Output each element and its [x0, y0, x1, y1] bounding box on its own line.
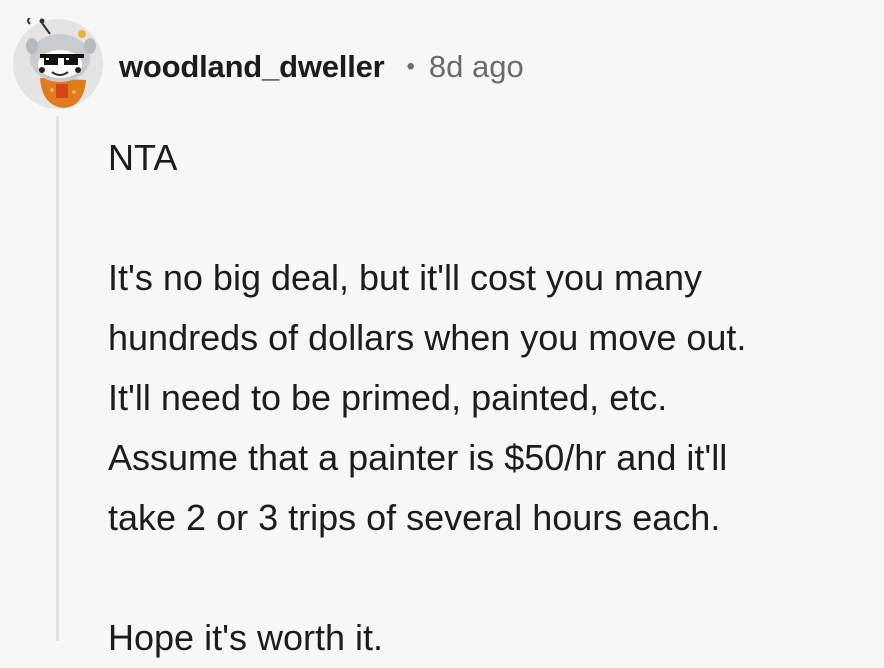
user-avatar[interactable]	[12, 18, 104, 110]
comment-line: It's no big deal, but it'll cost you man…	[108, 257, 703, 298]
snoo-avatar-with-pixel-sunglasses-icon	[13, 18, 103, 109]
comment-line: It'll need to be primed, painted, etc.	[108, 377, 668, 418]
comment-header: woodland_dweller • 8d ago	[119, 44, 524, 90]
comment-line: hundreds of dollars when you move out.	[108, 317, 747, 358]
comment-line: Hope it's worth it.	[108, 617, 383, 658]
separator-dot: •	[406, 53, 415, 80]
username-link[interactable]: woodland_dweller	[119, 49, 385, 85]
comment-line: Assume that a painter is $50/hr and it'l…	[108, 437, 728, 478]
comment-line: NTA	[108, 137, 178, 178]
comment-body: NTA It's no big deal, but it'll cost you…	[108, 128, 878, 668]
thread-line[interactable]	[56, 116, 59, 641]
comment-line: take 2 or 3 trips of several hours each.	[108, 497, 721, 538]
comment-timestamp[interactable]: 8d ago	[429, 49, 524, 85]
